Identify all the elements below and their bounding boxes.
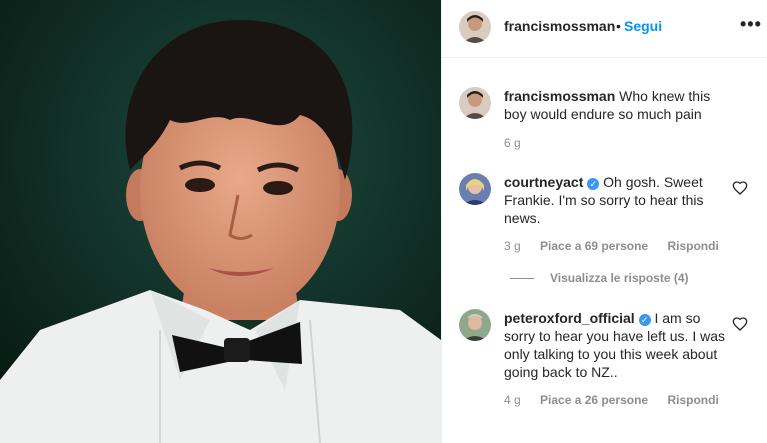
more-options-icon[interactable]: ••• <box>740 14 762 35</box>
comment-username[interactable]: peteroxford_official <box>504 310 635 326</box>
commenter-avatar[interactable] <box>459 87 491 119</box>
view-replies-label: Visualizza le risposte (4) <box>550 271 689 285</box>
avatar-image <box>459 87 491 119</box>
comment-username[interactable]: courtneyact <box>504 174 583 190</box>
comment-time[interactable]: 6 g <box>504 136 521 150</box>
comment-body: peteroxford_official ✓ I am so sorry to … <box>504 309 726 381</box>
post-sidebar: francismossman • Segui ••• francismossma… <box>441 0 767 443</box>
boy-portrait-image <box>0 0 441 443</box>
commenter-avatar[interactable] <box>459 309 491 341</box>
heart-icon[interactable] <box>732 180 748 196</box>
comment-time[interactable]: 3 g <box>504 239 521 253</box>
comment-meta: 4 g Piace a 26 persone Rispondi <box>504 393 735 407</box>
comment-body: francismossman Who knew this boy would e… <box>504 87 726 123</box>
avatar-image <box>459 173 491 205</box>
commenter-avatar[interactable] <box>459 173 491 205</box>
author-avatar[interactable] <box>459 11 491 43</box>
author-username[interactable]: francismossman <box>504 18 615 34</box>
reply-button[interactable]: Rispondi <box>667 393 718 407</box>
heart-icon[interactable] <box>732 316 748 332</box>
separator-dot: • <box>616 18 621 34</box>
comment-time[interactable]: 4 g <box>504 393 521 407</box>
comment-meta: 3 g Piace a 69 persone Rispondi <box>504 239 735 253</box>
avatar-image <box>459 11 491 43</box>
follow-button[interactable]: Segui <box>624 18 662 34</box>
replies-divider <box>510 278 534 280</box>
avatar-image <box>459 309 491 341</box>
reply-button[interactable]: Rispondi <box>667 239 718 253</box>
comment-username[interactable]: francismossman <box>504 88 615 104</box>
comment-likes[interactable]: Piace a 26 persone <box>540 393 648 407</box>
post-photo[interactable] <box>0 0 441 443</box>
caption-meta: 6 g <box>504 136 537 150</box>
comment-likes[interactable]: Piace a 69 persone <box>540 239 648 253</box>
post-header: francismossman • Segui ••• <box>442 0 767 58</box>
view-replies-button[interactable]: Visualizza le risposte (4) <box>510 271 689 285</box>
comment-body: courtneyact ✓ Oh gosh. Sweet Frankie. I'… <box>504 173 726 227</box>
verified-icon: ✓ <box>638 314 651 326</box>
verified-icon: ✓ <box>587 178 600 190</box>
